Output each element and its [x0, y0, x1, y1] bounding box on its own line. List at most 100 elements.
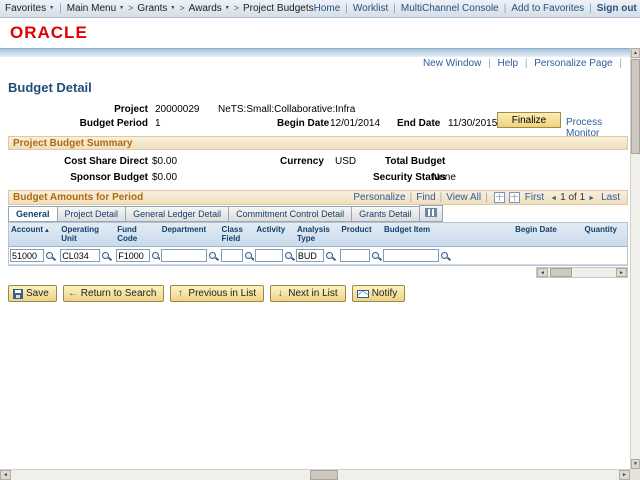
next-in-list-label: Next in List — [288, 288, 338, 299]
analysis-type-input[interactable] — [295, 249, 324, 262]
product-cell — [339, 249, 382, 262]
separator — [499, 3, 512, 14]
product-lookup-icon[interactable] — [371, 250, 381, 262]
fund-code-input[interactable] — [116, 249, 151, 262]
fund-code-cell — [115, 249, 160, 262]
link-home[interactable]: Home — [314, 3, 341, 14]
scroll-left-icon[interactable]: ◄ — [537, 268, 548, 277]
link-personalize-page[interactable]: Personalize Page — [534, 58, 612, 69]
budget-item-lookup-icon[interactable] — [440, 250, 451, 262]
project-description: NeTS:Small:Collaborative:Infra — [218, 104, 356, 115]
previous-in-list-button[interactable]: Previous in List — [170, 285, 265, 302]
menu-favorites[interactable]: Favorites — [5, 3, 54, 14]
finalize-button[interactable]: Finalize — [497, 112, 561, 128]
tab-general[interactable]: General — [8, 206, 57, 222]
scroll-right-icon[interactable]: ► — [619, 470, 630, 480]
tab-project-detail[interactable]: Project Detail — [56, 206, 126, 222]
next-in-list-button[interactable]: Next in List — [270, 285, 346, 302]
pager-last-link[interactable]: Last — [601, 192, 620, 203]
breadcrumb-separator — [175, 3, 188, 14]
pager-previous-icon[interactable] — [547, 192, 560, 203]
column-header-class-field[interactable]: Class Field — [220, 223, 255, 246]
link-worklist[interactable]: Worklist — [353, 3, 388, 14]
tab-general-ledger-detail[interactable]: General Ledger Detail — [125, 206, 229, 222]
pager-first-link[interactable]: First — [525, 192, 544, 203]
link-help[interactable]: Help — [497, 58, 518, 69]
vertical-scrollbar-thumb[interactable] — [631, 59, 640, 154]
separator — [340, 3, 353, 14]
column-header-operating-unit[interactable]: Operating Unit — [59, 223, 115, 246]
cost-share-direct-label: Cost Share Direct — [64, 156, 148, 167]
column-header-budget-item[interactable]: Budget Item — [382, 223, 513, 246]
link-new-window[interactable]: New Window — [423, 58, 481, 69]
currency-value: USD — [335, 156, 357, 167]
total-budget-label: Total Budget — [385, 156, 446, 167]
notify-button[interactable]: Notify — [351, 285, 406, 302]
department-lookup-icon[interactable] — [208, 250, 219, 262]
vertical-scrollbar[interactable]: ▲ ▼ — [630, 48, 640, 469]
column-header-fund-code[interactable]: Fund Code — [115, 223, 159, 246]
scroll-down-icon[interactable]: ▼ — [631, 459, 640, 469]
separator — [615, 58, 626, 69]
save-icon — [13, 288, 23, 299]
horizontal-scrollbar-thumb[interactable] — [310, 470, 338, 480]
sponsor-budget-value: $0.00 — [152, 172, 178, 183]
class-field-input[interactable] — [220, 249, 243, 262]
end-date-label: End Date — [397, 118, 441, 129]
zoom-grid-icon[interactable] — [493, 192, 505, 203]
scroll-left-icon[interactable]: ◄ — [0, 470, 11, 480]
separator — [521, 58, 532, 69]
scrollbar-thumb[interactable] — [550, 268, 572, 277]
column-header-analysis-type[interactable]: Analysis Type — [295, 223, 339, 246]
scroll-right-icon[interactable]: ► — [616, 268, 627, 277]
separator — [54, 3, 67, 14]
menu-main-menu[interactable]: Main Menu — [67, 3, 124, 14]
operating-unit-lookup-icon[interactable] — [101, 250, 112, 262]
find-link[interactable]: Find — [416, 192, 435, 203]
cost-share-direct-value: $0.00 — [152, 156, 178, 167]
budget-item-input[interactable] — [382, 249, 439, 262]
activity-input[interactable] — [255, 249, 284, 262]
scrollbar-corner — [630, 469, 640, 480]
project-label: Project — [114, 104, 148, 115]
grid-horizontal-scrollbar[interactable]: ◄ ► — [536, 267, 628, 278]
header-divider — [0, 48, 630, 57]
column-header-account[interactable]: Account — [9, 223, 59, 246]
link-sign-out[interactable]: Sign out — [597, 3, 637, 14]
link-add-to-favorites[interactable]: Add to Favorites — [511, 3, 584, 14]
scroll-up-icon[interactable]: ▲ — [631, 48, 640, 58]
budget-period-label: Budget Period — [79, 118, 148, 129]
analysis-type-lookup-icon[interactable] — [325, 250, 336, 262]
header-links: Home Worklist MultiChannel Console Add t… — [314, 3, 637, 14]
account-lookup-icon[interactable] — [45, 250, 56, 262]
personalize-link[interactable]: Personalize — [353, 192, 405, 203]
product-input[interactable] — [340, 249, 371, 262]
return-to-search-button[interactable]: Return to Search — [62, 285, 165, 302]
column-header-quantity[interactable]: Quantity — [583, 223, 627, 246]
column-header-department[interactable]: Department — [160, 223, 220, 246]
menu-project-budgets[interactable]: Project Budgets — [243, 3, 314, 14]
operating-unit-input[interactable] — [60, 249, 101, 262]
operating-unit-cell — [59, 249, 115, 262]
download-to-excel-icon[interactable] — [508, 192, 520, 203]
show-all-columns-tab[interactable] — [418, 205, 443, 222]
column-header-begin-date[interactable]: Begin Date — [513, 223, 582, 246]
account-input[interactable] — [10, 249, 44, 262]
link-multichannel-console[interactable]: MultiChannel Console — [401, 3, 499, 14]
department-input[interactable] — [160, 249, 207, 262]
menu-grants[interactable]: Grants — [137, 3, 175, 14]
tab-commitment-control-detail[interactable]: Commitment Control Detail — [228, 206, 352, 222]
column-header-activity[interactable]: Activity — [254, 223, 295, 246]
class-field-lookup-icon[interactable] — [244, 250, 254, 262]
view-all-link[interactable]: View All — [446, 192, 481, 203]
pager-next-icon[interactable] — [585, 192, 598, 203]
fund-code-lookup-icon[interactable] — [151, 250, 160, 262]
horizontal-scrollbar[interactable]: ◄ ► — [0, 469, 630, 480]
activity-lookup-icon[interactable] — [284, 250, 294, 262]
save-button[interactable]: Save — [8, 285, 57, 302]
column-header-product[interactable]: Product — [339, 223, 382, 246]
budget-item-cell — [382, 249, 513, 262]
menu-awards[interactable]: Awards — [189, 3, 230, 14]
previous-in-list-label: Previous in List — [188, 288, 257, 299]
tab-grants-detail[interactable]: Grants Detail — [351, 206, 419, 222]
